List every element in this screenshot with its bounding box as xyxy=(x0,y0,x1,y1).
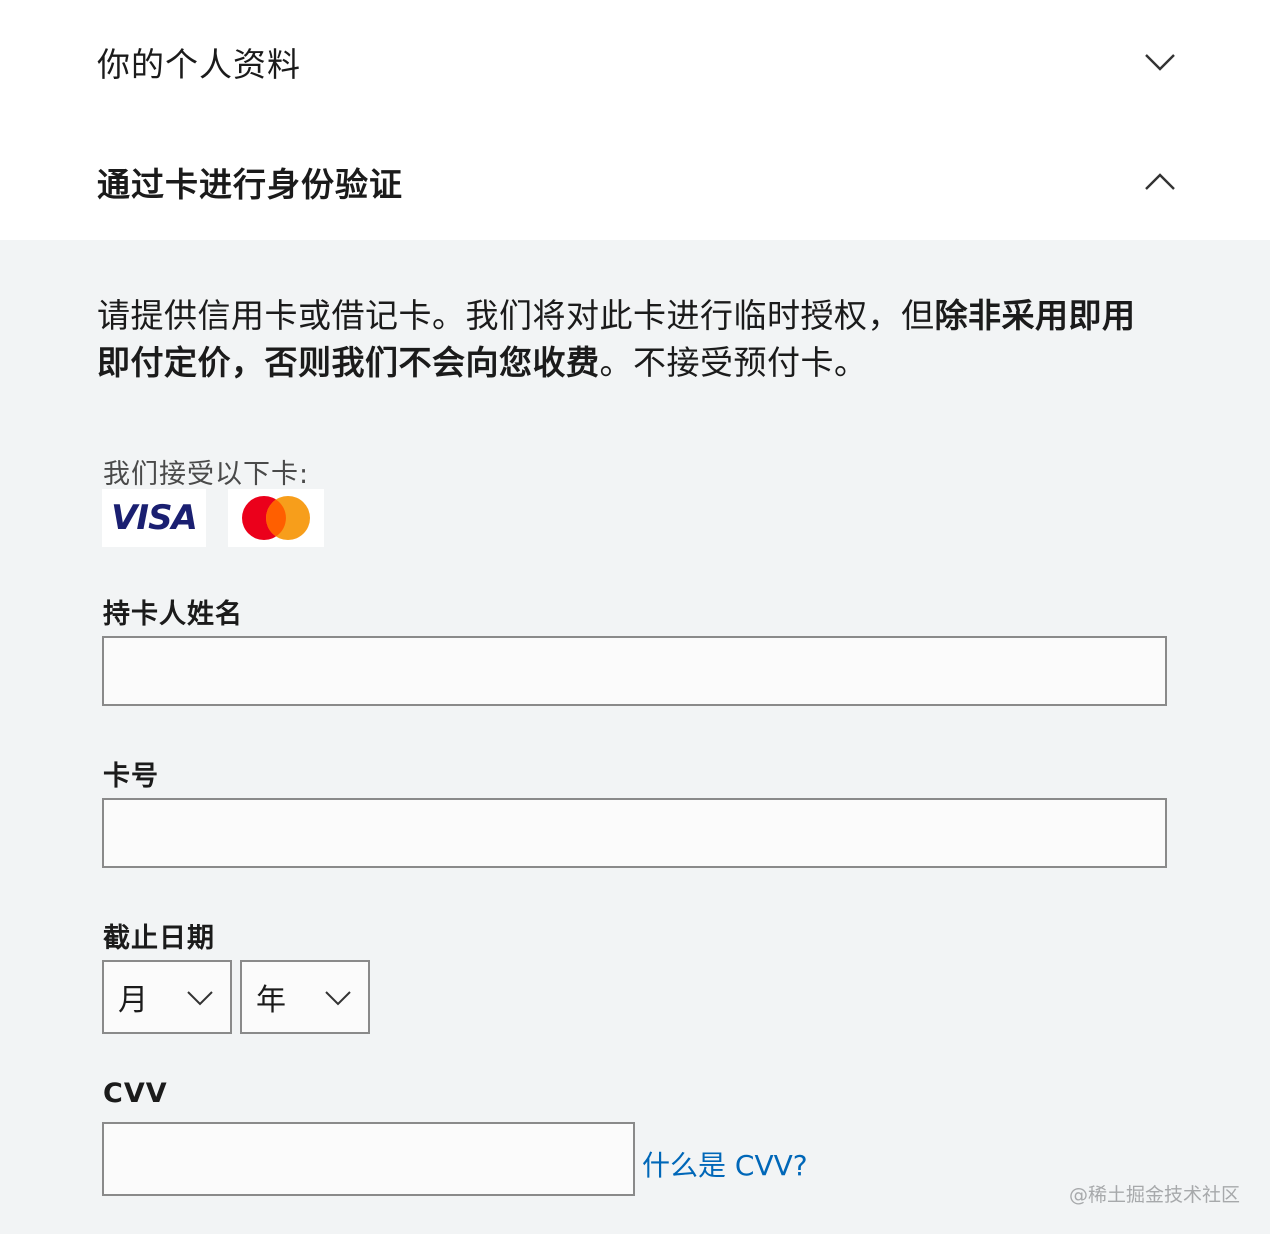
accordion-header-area: 你的个人资料 通过卡进行身份验证 xyxy=(0,0,1270,240)
chevron-down-icon xyxy=(1145,54,1175,71)
profile-section-title: 你的个人资料 xyxy=(97,45,301,84)
what-is-cvv-link[interactable]: 什么是 CVV? xyxy=(642,1144,808,1184)
visa-logo-text: VISA xyxy=(111,498,198,538)
intro-text-part1: 请提供信用卡或借记卡。我们将对此卡进行临时授权，但 xyxy=(97,296,935,335)
cardholder-name-input[interactable] xyxy=(102,636,1167,706)
intro-text: 请提供信用卡或借记卡。我们将对此卡进行临时授权，但除非采用即用即付定价，否则我们… xyxy=(97,292,1157,386)
profile-section-header[interactable]: 你的个人资料 xyxy=(97,32,1177,92)
cvv-input[interactable] xyxy=(102,1122,635,1196)
card-verify-section-title: 通过卡进行身份验证 xyxy=(97,165,403,204)
chevron-up-icon xyxy=(1145,173,1175,190)
accepted-cards-label: 我们接受以下卡: xyxy=(103,459,310,490)
visa-logo: VISA xyxy=(102,489,206,547)
chevron-down-icon xyxy=(187,991,213,1006)
expiry-date-label: 截止日期 xyxy=(103,923,215,954)
card-number-input[interactable] xyxy=(102,798,1167,868)
expiry-month-select[interactable]: 月 xyxy=(102,960,232,1034)
expiry-year-select[interactable]: 年 xyxy=(240,960,370,1034)
expiry-year-value: 年 xyxy=(256,983,286,1018)
cvv-label: CVV xyxy=(103,1078,168,1109)
chevron-down-icon xyxy=(325,991,351,1006)
mastercard-logo xyxy=(228,489,324,547)
intro-text-part2: 。不接受预付卡。 xyxy=(599,343,868,382)
mastercard-circles-icon xyxy=(242,496,310,540)
card-verify-panel xyxy=(0,240,1270,1234)
expiry-month-value: 月 xyxy=(118,983,148,1018)
cardholder-name-label: 持卡人姓名 xyxy=(103,599,243,630)
card-number-label: 卡号 xyxy=(103,761,159,792)
card-verify-section-header[interactable]: 通过卡进行身份验证 xyxy=(97,152,1177,212)
watermark: @稀土掘金技术社区 xyxy=(1068,1184,1240,1206)
